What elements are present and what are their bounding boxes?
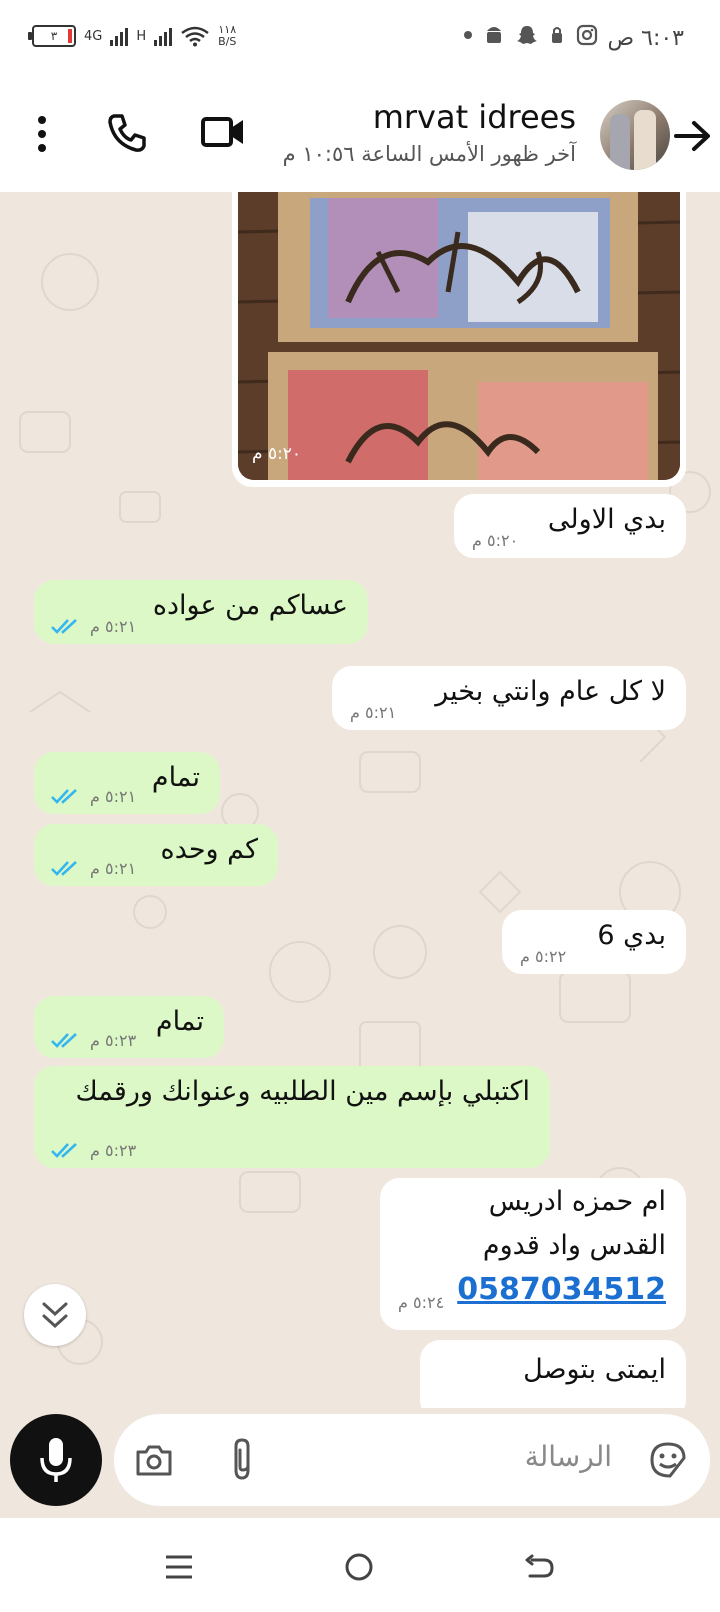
message-bubble-outgoing[interactable]: تمام ٥:٢٣ م	[34, 996, 224, 1058]
message-bubble-outgoing[interactable]: كم وحده ٥:٢١ م	[34, 824, 278, 886]
message-text: بدي 6	[597, 920, 666, 951]
mic-icon	[40, 1438, 72, 1482]
photo-frames-image	[238, 192, 680, 480]
network-speed: ١١٨ B/S	[218, 23, 237, 48]
message-time: ٥:٢١ م	[350, 703, 397, 722]
avatar[interactable]	[600, 100, 670, 170]
message-photo[interactable]: ٥:٢٠ م	[238, 192, 680, 480]
read-ticks-icon	[51, 1143, 77, 1158]
message-text: تمام	[151, 762, 200, 793]
message-text: اكتبلي بإسم مين الطلبيه وعنوانك ورقمك	[75, 1076, 530, 1107]
network-4g-label: 4G	[84, 28, 103, 44]
message-time: ٥:٢٠ م	[472, 531, 519, 550]
message-text: كم وحده	[160, 834, 258, 865]
more-options-icon[interactable]	[32, 114, 52, 154]
message-text: بدي الاولى	[547, 504, 666, 535]
message-time: ٥:٢٣ م	[90, 1141, 137, 1160]
recent-apps-icon[interactable]	[164, 1554, 194, 1580]
attach-icon[interactable]	[228, 1436, 258, 1482]
double-chevron-down-icon	[42, 1302, 68, 1329]
status-time: ٦:٠٣ ص	[607, 26, 684, 51]
message-time: ٥:٢١ م	[90, 859, 137, 878]
read-ticks-icon	[51, 789, 77, 804]
scroll-to-bottom-button[interactable]	[24, 1284, 86, 1346]
message-time: ٥:٢٢ م	[520, 947, 567, 966]
message-text: عساكم من عواده	[152, 590, 348, 621]
chat-area[interactable]: ٥:٢٠ م بدي الاولى ٥:٢٠ م عساكم من عواده …	[0, 192, 720, 1408]
message-time: ٥:٢١ م	[90, 617, 137, 636]
mic-button[interactable]	[10, 1414, 102, 1506]
battery-icon: ٣	[28, 25, 76, 47]
message-field[interactable]: الرسالة	[114, 1414, 710, 1506]
message-time: ٥:٢٣ م	[90, 1031, 137, 1050]
read-ticks-icon	[51, 1033, 77, 1048]
message-bubble-incoming[interactable]: لا كل عام وانتي بخير ٥:٢١ م	[332, 666, 686, 730]
message-text: ايمتى بتوصل	[523, 1354, 666, 1385]
lock-notification-icon	[552, 27, 562, 43]
last-seen: آخر ظهور الأمس الساعة ١٠:٥٦ م	[282, 142, 576, 166]
message-time: ٥:٢١ م	[90, 787, 137, 806]
message-time: ٥:٢٤ م	[398, 1293, 445, 1312]
image-message[interactable]: ٥:٢٠ م	[232, 192, 686, 487]
battery-level: ٣	[50, 29, 58, 43]
network-h-label: H	[136, 28, 147, 44]
chat-header: mrvat idrees آخر ظهور الأمس الساعة ١٠:٥٦…	[0, 84, 720, 193]
phone-link[interactable]: 0587034512	[457, 1272, 666, 1307]
read-ticks-icon	[51, 619, 77, 634]
message-bubble-incoming[interactable]: بدي الاولى ٥:٢٠ م	[454, 494, 686, 558]
message-text: تمام	[155, 1006, 204, 1037]
message-input-bar: الرسالة	[0, 1408, 720, 1518]
dot-icon	[464, 31, 472, 39]
status-left: ٣ 4G H ١١٨ B/S	[28, 23, 237, 48]
message-bubble-incoming[interactable]: بدي 6 ٥:٢٢ م	[502, 910, 686, 974]
back-nav-icon[interactable]	[524, 1554, 554, 1580]
message-bubble-incoming[interactable]: ام حمزه ادريس القدس واد قدوم 0587034512 …	[380, 1178, 686, 1330]
message-bubble-outgoing[interactable]: اكتبلي بإسم مين الطلبيه وعنوانك ورقمك ٥:…	[34, 1066, 550, 1168]
signal-icon-2	[154, 26, 173, 46]
instagram-icon	[576, 24, 598, 46]
snapchat-icon	[517, 26, 537, 44]
message-bubble-outgoing[interactable]: عساكم من عواده ٥:٢١ م	[34, 580, 368, 644]
notification-icons	[464, 24, 598, 46]
camera-icon[interactable]	[134, 1442, 174, 1478]
status-bar: ٣ 4G H ١١٨ B/S ٦:٠٣ ص	[0, 0, 720, 84]
video-call-icon[interactable]	[200, 114, 246, 150]
message-placeholder: الرسالة	[524, 1440, 612, 1473]
contact-name[interactable]: mrvat idrees	[373, 98, 576, 136]
message-line: ام حمزه ادريس	[488, 1186, 666, 1217]
message-bubble-incoming[interactable]: ايمتى بتوصل	[420, 1340, 686, 1408]
home-icon[interactable]	[344, 1552, 374, 1582]
system-navigation-bar	[0, 1518, 720, 1612]
message-time: ٥:٢٠ م	[252, 444, 302, 464]
message-text: لا كل عام وانتي بخير	[435, 676, 666, 707]
message-line: القدس واد قدوم	[482, 1230, 666, 1261]
read-ticks-icon	[51, 861, 77, 876]
android-icon	[487, 27, 501, 43]
wifi-icon	[181, 26, 209, 47]
back-arrow-icon[interactable]	[672, 118, 712, 154]
signal-icon	[110, 26, 129, 46]
voice-call-icon[interactable]	[106, 112, 148, 154]
sticker-icon[interactable]	[646, 1438, 690, 1482]
message-bubble-outgoing[interactable]: تمام ٥:٢١ م	[34, 752, 220, 814]
